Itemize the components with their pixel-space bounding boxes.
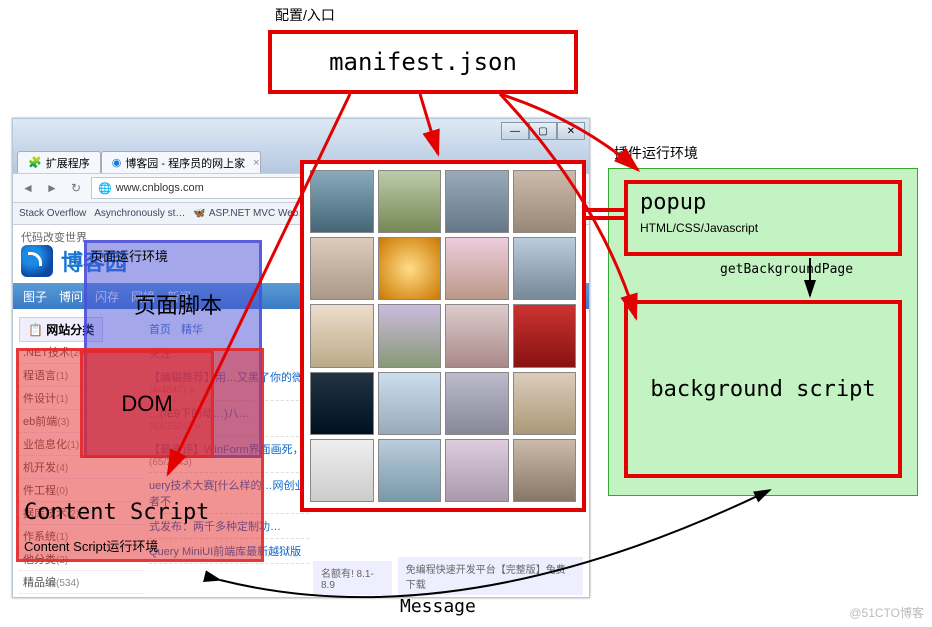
manifest-label: 配置/入口 <box>275 5 335 25</box>
maximize-icon[interactable]: ▢ <box>529 122 557 140</box>
thumbnail[interactable] <box>513 170 577 233</box>
bookmark-item[interactable]: Asynchronously st… <box>94 208 185 219</box>
content-script-title: Content Script <box>24 500 209 525</box>
thumbnail[interactable] <box>310 170 374 233</box>
thumbnail[interactable] <box>310 439 374 502</box>
getbackgroundpage-label: getBackgroundPage <box>720 262 853 277</box>
extension-popup <box>300 160 586 512</box>
thumbnail[interactable] <box>445 170 509 233</box>
manifest-box: manifest.json <box>268 30 578 94</box>
nav-item[interactable]: 图子 <box>23 288 47 305</box>
message-label: Message <box>400 596 476 617</box>
thumbnail[interactable] <box>513 439 577 502</box>
popup-component-box: popup HTML/CSS/Javascript <box>624 180 902 256</box>
thumbnail[interactable] <box>445 304 509 367</box>
thumbnail[interactable] <box>513 237 577 300</box>
cnblogs-logo-icon[interactable] <box>21 245 53 277</box>
back-icon[interactable]: ◄ <box>19 179 37 197</box>
runtime-label: 插件运行环境 <box>614 143 698 163</box>
puzzle-icon: 🧩 <box>28 156 42 169</box>
tab-close-icon[interactable]: × <box>253 157 259 169</box>
thumbnail[interactable] <box>378 237 442 300</box>
reload-icon[interactable]: ↻ <box>67 179 85 197</box>
tab-extensions[interactable]: 🧩扩展程序 <box>17 151 101 173</box>
site-icon: ◉ <box>112 156 122 169</box>
thumbnail[interactable] <box>378 170 442 233</box>
thumbnail[interactable] <box>445 372 509 435</box>
thumbnail[interactable] <box>310 372 374 435</box>
list-item[interactable]: 区排行0 <box>19 594 143 597</box>
tab-cnblogs[interactable]: ◉博客园 - 程序员的网上家× <box>101 151 261 173</box>
titlebar: — ▢ ✕ <box>13 119 589 147</box>
bookmark-item[interactable]: Stack Overflow <box>19 208 86 219</box>
minimize-icon[interactable]: — <box>501 122 529 140</box>
list-item[interactable]: 精品编(534) <box>19 571 143 594</box>
content-script-subtitle: Content Script运行环境 <box>24 536 158 555</box>
close-icon[interactable]: ✕ <box>557 122 585 140</box>
thumbnail[interactable] <box>445 237 509 300</box>
popup-title: popup <box>640 190 886 215</box>
slogan: 代码改变世界 <box>21 229 87 245</box>
forward-icon[interactable]: ► <box>43 179 61 197</box>
ad-box[interactable]: 免编程快速开发平台【完整版】免费下载 <box>398 557 583 595</box>
popup-subtitle: HTML/CSS/Javascript <box>640 221 886 235</box>
window-controls: — ▢ ✕ <box>501 122 585 140</box>
thumbnail[interactable] <box>378 439 442 502</box>
bottom-ads: 名额有! 8.1-8.9 免编程快速开发平台【完整版】免费下载 <box>313 557 583 595</box>
globe-icon: 🌐 <box>98 182 112 195</box>
ad-box[interactable]: 名额有! 8.1-8.9 <box>313 561 392 595</box>
thumbnail[interactable] <box>378 372 442 435</box>
thumbnail[interactable] <box>378 304 442 367</box>
thumbnail[interactable] <box>310 304 374 367</box>
background-script-box: background script <box>624 300 902 478</box>
page-script-label: 页面脚本 <box>134 288 222 320</box>
bookmark-item[interactable]: 🦋ASP.NET MVC Web… <box>193 208 308 219</box>
dom-overlay: DOM <box>80 350 214 458</box>
thumbnail[interactable] <box>310 237 374 300</box>
page-env-label: 页面运行环境 <box>90 246 168 265</box>
thumbnail[interactable] <box>513 304 577 367</box>
watermark: @51CTO博客 <box>849 604 924 621</box>
nav-item[interactable]: 博问 <box>59 288 83 305</box>
thumbnail[interactable] <box>445 439 509 502</box>
thumbnail[interactable] <box>513 372 577 435</box>
